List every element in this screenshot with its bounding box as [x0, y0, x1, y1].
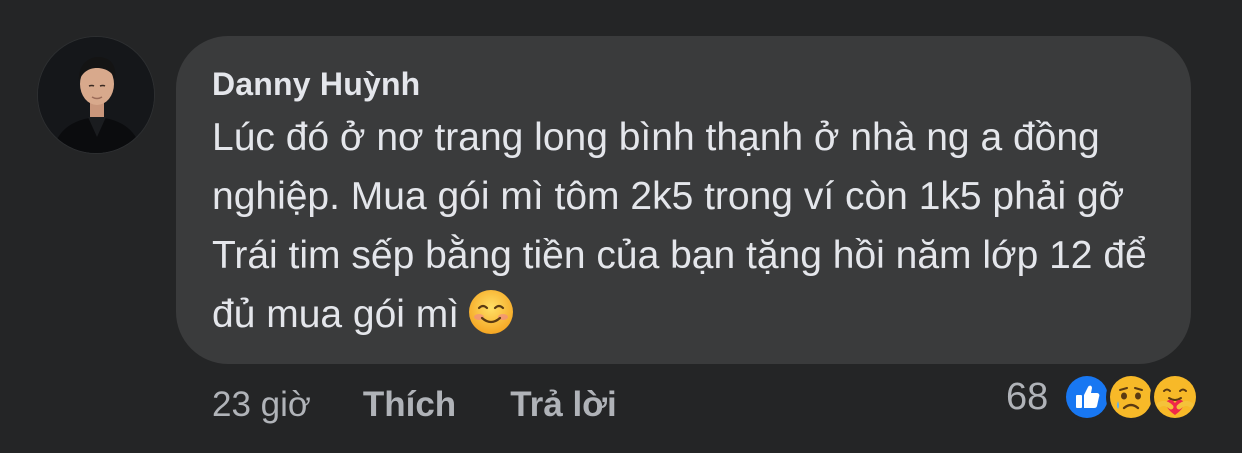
- care-reaction-icon: [1150, 372, 1201, 422]
- reaction-icons: [1062, 372, 1201, 422]
- comment-text-container: Lúc đó ở nơ trang long bình thạnh ở nhà …: [212, 108, 1172, 353]
- smiling-face-emoji-icon: [467, 288, 515, 353]
- comment-actions: 23 giờ Thích Trả lời: [212, 383, 617, 427]
- avatar[interactable]: [37, 36, 155, 154]
- comment-text: Lúc đó ở nơ trang long bình thạnh ở nhà …: [212, 116, 1147, 336]
- reply-button[interactable]: Trả lời: [510, 383, 617, 427]
- comment-author[interactable]: Danny Huỳnh: [212, 64, 1155, 104]
- comment-item: Danny Huỳnh Lúc đó ở nơ trang long bình …: [0, 0, 1242, 453]
- like-reaction-icon: [1062, 372, 1113, 422]
- like-button[interactable]: Thích: [363, 383, 456, 427]
- person-avatar-icon: [38, 37, 154, 153]
- reactions-summary[interactable]: 68: [1006, 372, 1201, 422]
- comment-bubble: Danny Huỳnh Lúc đó ở nơ trang long bình …: [176, 36, 1191, 364]
- sad-reaction-icon: [1106, 372, 1157, 422]
- comment-timestamp[interactable]: 23 giờ: [212, 383, 311, 427]
- reaction-count: 68: [1006, 376, 1049, 418]
